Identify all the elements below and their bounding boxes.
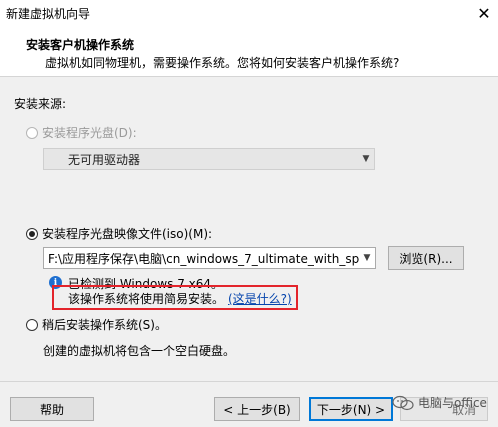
page-title: 安装客户机操作系统 <box>26 38 135 52</box>
browse-button[interactable]: 浏览(R)... <box>388 246 464 270</box>
close-icon: ✕ <box>477 3 491 23</box>
help-button[interactable]: 帮助 <box>10 397 94 421</box>
title-bar: 新建虚拟机向导 ✕ <box>0 0 498 27</box>
install-later-label: 稍后安装操作系统(S)。 <box>42 318 167 332</box>
install-later-option[interactable]: 稍后安装操作系统(S)。 <box>26 316 167 333</box>
iso-option[interactable]: 安装程序光盘映像文件(iso)(M): <box>26 225 212 242</box>
whats-this-link[interactable]: (这是什么?) <box>228 290 292 307</box>
chevron-down-icon: ▼ <box>362 154 370 164</box>
iso-path-value: F:\应用程序保存\电脑\cn_windows_7_ultimate_with_… <box>48 251 359 266</box>
disc-drive-select[interactable]: 无可用驱动器 ▼ <box>43 148 375 170</box>
easy-install-text: 该操作系统将使用简易安装。 <box>68 292 225 306</box>
disc-radio[interactable] <box>26 126 38 139</box>
window-title: 新建虚拟机向导 <box>6 7 91 21</box>
wechat-icon <box>392 395 414 410</box>
iso-radio[interactable] <box>26 227 38 240</box>
iso-option-label: 安装程序光盘映像文件(iso)(M): <box>42 227 213 241</box>
install-later-description: 创建的虚拟机将包含一个空白硬盘。 <box>43 344 236 358</box>
iso-path-combobox[interactable]: F:\应用程序保存\电脑\cn_windows_7_ultimate_with_… <box>43 247 376 269</box>
watermark: 电脑与office <box>392 394 487 411</box>
back-button[interactable]: < 上一步(B) <box>214 397 300 421</box>
page-subtitle: 虚拟机如同物理机，需要操作系统。您将如何安装客户机操作系统? <box>45 56 400 70</box>
close-button[interactable]: ✕ <box>470 0 498 26</box>
disc-drive-value: 无可用驱动器 <box>68 152 141 167</box>
disc-option-label: 安装程序光盘(D): <box>42 126 137 140</box>
next-button[interactable]: 下一步(N) > <box>309 397 393 421</box>
radio-selected-dot <box>29 230 35 237</box>
install-later-radio[interactable] <box>26 318 38 331</box>
install-source-label: 安装来源: <box>14 97 67 111</box>
watermark-text: 电脑与office <box>418 396 487 410</box>
wizard-header: 安装客户机操作系统 虚拟机如同物理机，需要操作系统。您将如何安装客户机操作系统? <box>0 26 498 74</box>
disc-option[interactable]: 安装程序光盘(D): <box>26 124 137 141</box>
chevron-down-icon[interactable]: ▼ <box>359 253 375 263</box>
